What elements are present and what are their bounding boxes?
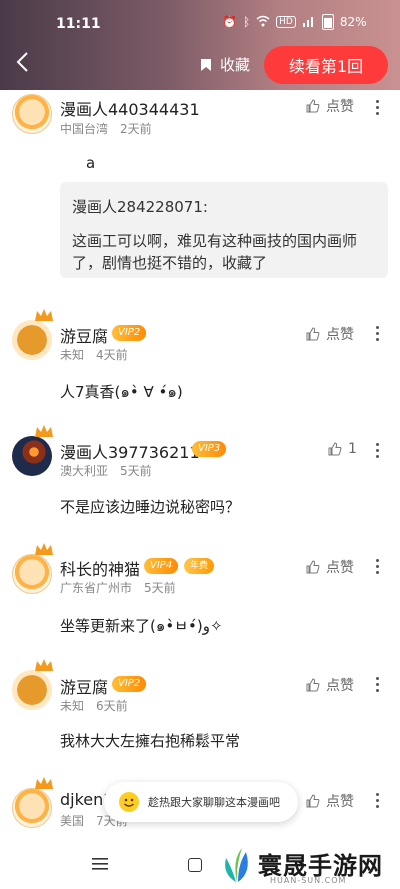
crown-icon [35,309,53,321]
back-icon[interactable] [8,50,38,80]
comment-text: 人7真香(๑•̀ ∀ •́๑) [60,383,183,401]
like-button[interactable]: 点赞 [306,675,354,695]
smile-icon [119,792,139,812]
thumbs-up-icon [306,678,320,692]
location: 未知 [60,348,85,362]
like-button[interactable]: 点赞 [306,557,354,577]
username[interactable]: 游豆腐 [60,674,108,698]
annual-badge: 年费 [184,558,215,574]
more-options-icon[interactable] [372,98,382,116]
vip-badge: VIP4 [144,558,179,574]
comment-text: 我林大大左擁右抱稀鬆平常 [60,732,241,750]
quoted-reply: 漫画人284228071: 这画工可以啊，难见有这种画技的国内画师 了，剧情也挺… [60,182,388,278]
quoted-text-line: 这画工可以啊，难见有这种画技的国内画师 [72,232,358,250]
avatar[interactable] [12,777,53,828]
timestamp: 6天前 [96,699,128,713]
comment-meta: 未知 4天前 [60,346,128,363]
comment-text: 不是应该边睡边说秘密吗？ [60,498,241,516]
comment-text: a [86,154,96,172]
bookmark-icon [201,58,211,71]
leaf-logo-icon [225,848,248,882]
crown-icon [35,777,53,789]
vip-badge: VIP2 [112,325,147,341]
timestamp: 2天前 [120,122,152,136]
location: 未知 [60,699,85,713]
username[interactable]: 漫画人397736211 [60,439,200,463]
like-label: 点赞 [326,327,354,343]
thumbs-up-icon [306,99,320,113]
chat-prompt-button[interactable]: 趁热跟大家聊聊这本漫画吧 [104,782,298,822]
thumbs-up-icon [306,327,320,341]
like-label: 点赞 [326,678,354,694]
comment-meta: 中国台湾 2天前 [60,120,152,137]
favorite-button[interactable]: 收藏 [198,54,250,75]
header: 11:11 ⏰ ᛒ HD 82% 收藏 续看第1回 [0,0,400,90]
timestamp: 5天前 [144,581,176,595]
timestamp: 5天前 [120,464,152,478]
more-options-icon[interactable] [372,675,382,693]
avatar[interactable] [12,543,53,594]
crown-icon [35,543,53,555]
battery-level: 82% [339,15,367,29]
username[interactable]: 游豆腐 [60,323,108,347]
like-label: 点赞 [326,794,354,810]
battery-icon [321,14,334,30]
vip-badge: VIP3 [192,441,227,457]
like-button[interactable]: 点赞 [306,791,354,811]
comment-text: 坐等更新来了(๑•̀ㅂ•́)و✧ [60,617,223,635]
watermark: 寰晟手游网 HUAN-SUN.COM [214,840,400,889]
more-options-icon[interactable] [372,324,382,342]
hd-badge: HD [276,16,296,28]
location: 澳大利亚 [60,464,109,478]
quoted-text-line: 了，剧情也挺不错的，收藏了 [72,254,268,272]
more-options-icon[interactable] [372,441,382,459]
home-icon[interactable] [188,858,202,872]
watermark-url: HUAN-SUN.COM [270,876,347,885]
username[interactable]: 科长的神猫 [60,556,140,580]
username[interactable]: 漫画人440344431 [60,96,200,120]
like-button[interactable]: 点赞 [306,324,354,344]
status-bar: 11:11 ⏰ ᛒ HD 82% [0,0,400,40]
more-options-icon[interactable] [372,557,382,575]
wifi-icon [256,15,270,30]
location: 美国 [60,814,85,828]
comment-meta: 未知 6天前 [60,697,128,714]
thumbs-up-icon [306,794,320,808]
favorite-label: 收藏 [220,56,251,74]
avatar[interactable] [12,309,53,360]
like-button[interactable]: 点赞 [306,96,354,116]
continue-reading-button[interactable]: 续看第1回 [264,46,388,84]
menu-icon[interactable] [92,858,108,870]
thumbs-up-icon [328,442,342,456]
vip-badge: VIP2 [112,676,147,692]
chat-prompt-text: 趁热跟大家聊聊这本漫画吧 [148,796,280,809]
like-label: 点赞 [326,99,354,115]
avatar[interactable] [12,425,53,476]
bluetooth-icon: ᛒ [242,15,251,29]
status-icons: ⏰ ᛒ HD 82% [222,14,367,30]
location: 中国台湾 [60,122,109,136]
crown-icon [35,659,53,671]
like-label: 点赞 [326,560,354,576]
signal-icon [302,15,316,30]
more-options-icon[interactable] [372,791,382,809]
like-button[interactable]: 1 [328,441,357,457]
avatar[interactable] [12,94,52,134]
timestamp: 4天前 [96,348,128,362]
alarm-icon: ⏰ [222,15,237,29]
avatar[interactable] [12,659,53,710]
location: 广东省广州市 [60,581,133,595]
status-time: 11:11 [56,16,101,32]
comment-meta: 广东省广州市 5天前 [60,579,176,596]
comment-meta: 澳大利亚 5天前 [60,462,152,479]
crown-icon [35,425,53,437]
like-count: 1 [348,441,357,457]
thumbs-up-icon [306,560,320,574]
quoted-author: 漫画人284228071: [72,198,208,216]
